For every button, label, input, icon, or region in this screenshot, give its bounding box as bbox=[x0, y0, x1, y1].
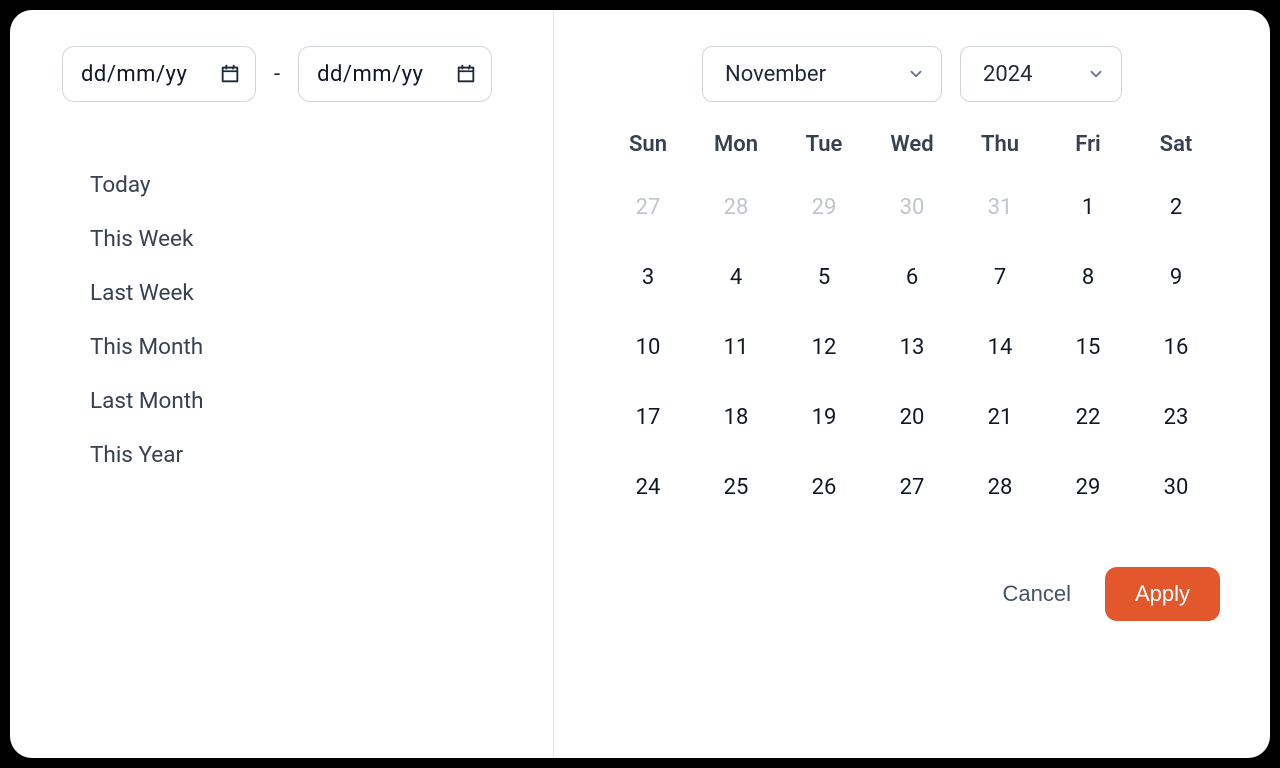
left-panel: dd/mm/yy - dd/mm/yy Today This Week Last… bbox=[10, 10, 554, 758]
weekday-label: Thu bbox=[956, 124, 1044, 165]
preset-list: Today This Week Last Week This Month Las… bbox=[62, 172, 501, 468]
calendar-day[interactable]: 10 bbox=[604, 319, 692, 375]
calendar-day[interactable]: 28 bbox=[956, 459, 1044, 515]
to-date-input[interactable]: dd/mm/yy bbox=[298, 46, 492, 102]
calendar-week-row: 17181920212223 bbox=[604, 389, 1220, 445]
calendar-day[interactable]: 29 bbox=[780, 179, 868, 235]
calendar-week-row: 24252627282930 bbox=[604, 459, 1220, 515]
preset-last-week[interactable]: Last Week bbox=[90, 280, 194, 306]
calendar-day[interactable]: 11 bbox=[692, 319, 780, 375]
calendar-day[interactable]: 30 bbox=[868, 179, 956, 235]
from-date-placeholder: dd/mm/yy bbox=[81, 62, 219, 87]
calendar-day[interactable]: 1 bbox=[1044, 179, 1132, 235]
calendar-day[interactable]: 29 bbox=[1044, 459, 1132, 515]
calendar-week-row: 272829303112 bbox=[604, 179, 1220, 235]
chevron-down-icon bbox=[907, 65, 925, 83]
weekday-label: Tue bbox=[780, 124, 868, 165]
calendar-icon bbox=[455, 63, 477, 85]
date-range-picker: dd/mm/yy - dd/mm/yy Today This Week Last… bbox=[10, 10, 1270, 758]
calendar-day[interactable]: 16 bbox=[1132, 319, 1220, 375]
calendar-day[interactable]: 2 bbox=[1132, 179, 1220, 235]
calendar-day[interactable]: 27 bbox=[868, 459, 956, 515]
preset-this-week[interactable]: This Week bbox=[90, 226, 193, 252]
calendar-day[interactable]: 13 bbox=[868, 319, 956, 375]
calendar-icon bbox=[219, 63, 241, 85]
preset-last-month[interactable]: Last Month bbox=[90, 388, 204, 414]
calendar-week-row: 3456789 bbox=[604, 249, 1220, 305]
calendar-day[interactable]: 17 bbox=[604, 389, 692, 445]
calendar-day[interactable]: 30 bbox=[1132, 459, 1220, 515]
calendar-day[interactable]: 19 bbox=[780, 389, 868, 445]
calendar-day[interactable]: 18 bbox=[692, 389, 780, 445]
chevron-down-icon bbox=[1087, 65, 1105, 83]
right-panel: November 2024 Sun Mon Tue Wed Thu Fri Sa… bbox=[554, 10, 1270, 758]
calendar-day[interactable]: 24 bbox=[604, 459, 692, 515]
calendar-day[interactable]: 5 bbox=[780, 249, 868, 305]
weekday-label: Sun bbox=[604, 124, 692, 165]
calendar-day[interactable]: 3 bbox=[604, 249, 692, 305]
weekday-label: Sat bbox=[1132, 124, 1220, 165]
to-date-placeholder: dd/mm/yy bbox=[317, 62, 455, 87]
calendar-day[interactable]: 21 bbox=[956, 389, 1044, 445]
date-inputs-row: dd/mm/yy - dd/mm/yy bbox=[62, 46, 501, 102]
date-separator: - bbox=[274, 62, 280, 87]
calendar-grid: 2728293031123456789101112131415161718192… bbox=[604, 179, 1220, 515]
month-select-label: November bbox=[725, 62, 826, 87]
weekday-label: Wed bbox=[868, 124, 956, 165]
footer-actions: Cancel Apply bbox=[604, 567, 1220, 621]
year-select-label: 2024 bbox=[983, 62, 1032, 87]
calendar-day[interactable]: 22 bbox=[1044, 389, 1132, 445]
weekday-header: Sun Mon Tue Wed Thu Fri Sat bbox=[604, 124, 1220, 165]
calendar-day[interactable]: 12 bbox=[780, 319, 868, 375]
weekday-label: Fri bbox=[1044, 124, 1132, 165]
calendar-day[interactable]: 15 bbox=[1044, 319, 1132, 375]
calendar-day[interactable]: 7 bbox=[956, 249, 1044, 305]
calendar-day[interactable]: 23 bbox=[1132, 389, 1220, 445]
calendar-day[interactable]: 14 bbox=[956, 319, 1044, 375]
calendar-day[interactable]: 25 bbox=[692, 459, 780, 515]
weekday-label: Mon bbox=[692, 124, 780, 165]
calendar-day[interactable]: 4 bbox=[692, 249, 780, 305]
preset-this-month[interactable]: This Month bbox=[90, 334, 203, 360]
apply-button[interactable]: Apply bbox=[1105, 567, 1220, 621]
preset-this-year[interactable]: This Year bbox=[90, 442, 183, 468]
year-select[interactable]: 2024 bbox=[960, 46, 1122, 102]
month-select[interactable]: November bbox=[702, 46, 942, 102]
calendar-day[interactable]: 8 bbox=[1044, 249, 1132, 305]
cancel-button[interactable]: Cancel bbox=[1002, 581, 1070, 607]
from-date-input[interactable]: dd/mm/yy bbox=[62, 46, 256, 102]
calendar-day[interactable]: 31 bbox=[956, 179, 1044, 235]
calendar-day[interactable]: 26 bbox=[780, 459, 868, 515]
calendar-week-row: 10111213141516 bbox=[604, 319, 1220, 375]
calendar-day[interactable]: 28 bbox=[692, 179, 780, 235]
month-year-selectors: November 2024 bbox=[604, 46, 1220, 102]
calendar-day[interactable]: 9 bbox=[1132, 249, 1220, 305]
calendar-day[interactable]: 20 bbox=[868, 389, 956, 445]
calendar-day[interactable]: 27 bbox=[604, 179, 692, 235]
preset-today[interactable]: Today bbox=[90, 172, 151, 198]
calendar-day[interactable]: 6 bbox=[868, 249, 956, 305]
